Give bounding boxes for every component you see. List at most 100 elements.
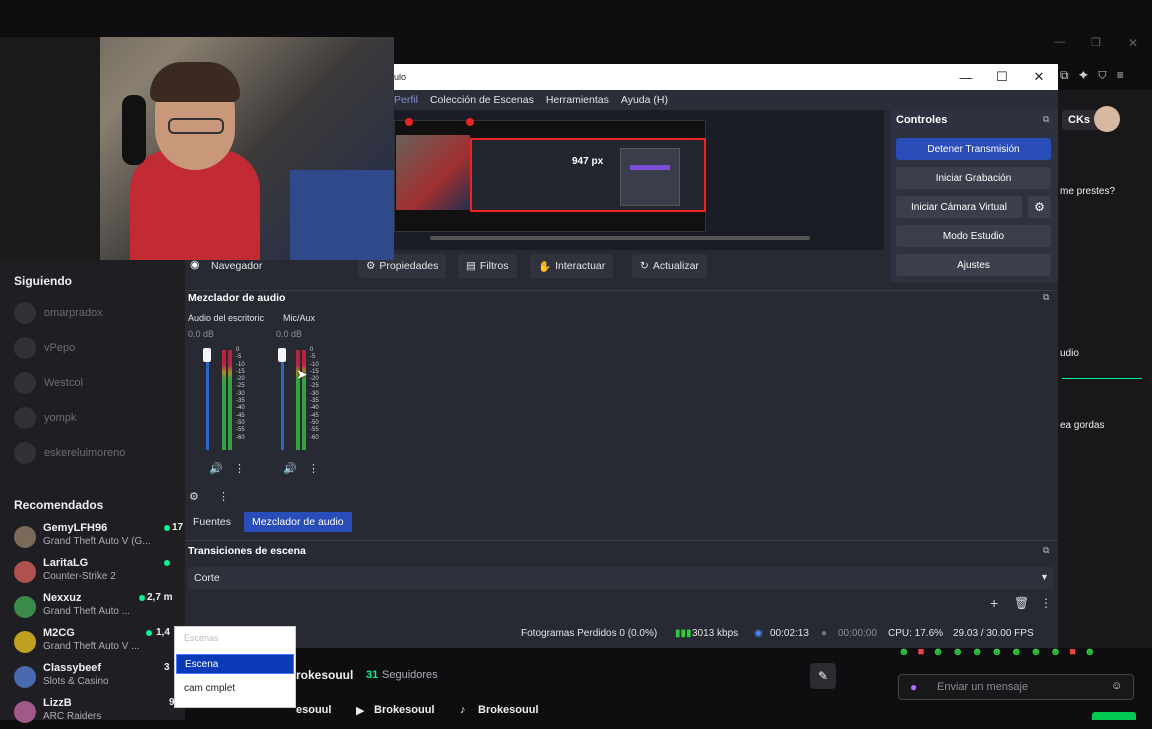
- menu-item-help[interactable]: Ayuda (H): [621, 94, 668, 106]
- webcam-headphones: [122, 95, 146, 165]
- advanced-audio-gear-icon[interactable]: ⚙: [189, 490, 199, 503]
- social-link[interactable]: esouul: [296, 704, 331, 716]
- channel-menu-icon[interactable]: ⋮: [308, 462, 319, 475]
- transform-handle[interactable]: [405, 118, 413, 126]
- scene-item[interactable]: cam cmplet: [176, 678, 294, 698]
- social-link[interactable]: Brokesouul: [478, 704, 539, 716]
- chat-send-button[interactable]: [1092, 712, 1136, 720]
- preview-nested-obs: [620, 148, 680, 206]
- interact-label: Interactuar: [555, 260, 606, 272]
- menu-item-tools[interactable]: Herramientas: [546, 94, 609, 106]
- transform-handle[interactable]: [466, 118, 474, 126]
- refresh-button[interactable]: ↻ Actualizar: [632, 254, 707, 278]
- edit-icon[interactable]: ✎: [810, 663, 836, 689]
- volume-fader-knob[interactable]: [203, 348, 211, 362]
- viewer-count: 2,7 m: [147, 592, 173, 603]
- browser-close-icon[interactable]: ✕: [1128, 36, 1138, 50]
- recommended-item[interactable]: GemyLFH96 Grand Theft Auto V (G... 17: [14, 522, 184, 554]
- level-meter: [228, 350, 232, 450]
- tab-audio-mixer[interactable]: Mezclador de audio: [244, 512, 352, 532]
- scenes-dropdown-header: Escenas: [184, 633, 219, 643]
- recommended-title: Recomendados: [14, 498, 104, 512]
- speaker-icon[interactable]: 🔊: [209, 462, 223, 475]
- emote-bar[interactable]: ☻ ■ ☻ ☻ ☻ ☻ ☻ ☻ ☻ ■ ☻: [898, 646, 1136, 662]
- volume-fader-knob[interactable]: [278, 348, 286, 362]
- channel-avatar: [14, 631, 36, 653]
- volume-fader-track[interactable]: [206, 350, 209, 450]
- transition-menu-icon[interactable]: ⋮: [1040, 596, 1052, 610]
- viewer-count: 17: [172, 522, 184, 533]
- preview-nested-highlight: [630, 165, 670, 170]
- channel-name: eskereluimoreno: [44, 446, 126, 459]
- preview-webcam-source[interactable]: [396, 135, 470, 210]
- channel-name[interactable]: rokesouul: [296, 668, 353, 682]
- interact-button[interactable]: ✋ Interactuar: [530, 254, 614, 278]
- followers-label: Seguidores: [382, 669, 438, 681]
- browser-restore-icon[interactable]: ❐: [1091, 36, 1101, 49]
- twitch-chat-panel: [1058, 90, 1152, 648]
- obs-title: ulo: [394, 72, 407, 82]
- minimize-icon[interactable]: —: [948, 64, 984, 90]
- menu-item-scene-collection[interactable]: Colección de Escenas: [430, 94, 534, 106]
- start-virtual-cam-button[interactable]: Iniciar Cámara Virtual: [896, 196, 1022, 218]
- undock-icon[interactable]: ⧉: [1043, 545, 1049, 556]
- channel-name: GemyLFH96: [43, 522, 108, 534]
- maximize-icon[interactable]: ☐: [984, 64, 1020, 90]
- preview-scrollbar[interactable]: [430, 236, 810, 240]
- volume-fader-track[interactable]: [281, 350, 284, 450]
- menu-item-profile[interactable]: Perfil: [394, 94, 418, 106]
- scene-item[interactable]: Escena: [176, 654, 294, 674]
- channel-name: M2CG: [43, 627, 75, 639]
- level-meter: [222, 350, 226, 450]
- following-item[interactable]: omarpradox: [0, 295, 185, 330]
- viewer-count: 1,4: [156, 627, 170, 638]
- start-recording-button[interactable]: Iniciar Grabación: [896, 167, 1051, 189]
- chat-input[interactable]: Enviar un mensaje: [898, 674, 1134, 700]
- level-meter: [296, 350, 300, 450]
- channel-menu-icon[interactable]: ⋮: [234, 462, 245, 475]
- browser-extension-icons[interactable]: ⧉✦⛉≡: [1060, 68, 1134, 83]
- db-scale: 0 -5 -10 -15 -20 -25 -30 -35 -40 -45 -50 -55 -60: [310, 347, 319, 441]
- undock-icon[interactable]: ⧉: [1043, 114, 1049, 125]
- recommended-item[interactable]: Classybeef Slots & Casino 3: [14, 662, 184, 694]
- social-link[interactable]: Brokesouul: [374, 704, 435, 716]
- channel-name: Classybeef: [43, 662, 102, 674]
- browser-minimize-icon[interactable]: —: [1054, 36, 1065, 48]
- close-icon[interactable]: ✕: [1021, 64, 1057, 90]
- webcam-glasses: [168, 118, 224, 134]
- speaker-icon[interactable]: 🔊: [283, 462, 297, 475]
- transition-select[interactable]: Corte: [188, 567, 1054, 589]
- following-item[interactable]: vPepo: [0, 330, 185, 365]
- add-icon[interactable]: +: [990, 595, 998, 611]
- dropped-frames: Fotogramas Perdidos 0 (0.0%): [521, 628, 658, 639]
- webcam-person-hair: [150, 62, 240, 102]
- live-dot-icon: [164, 560, 170, 566]
- recommended-item[interactable]: LizzB ARC Raiders 9: [14, 697, 184, 729]
- studio-mode-button[interactable]: Modo Estudio: [896, 225, 1051, 247]
- audio-mixer-title: Mezclador de audio: [188, 292, 286, 304]
- trash-icon[interactable]: 🗑: [1014, 596, 1029, 610]
- stop-stream-button[interactable]: Detener Transmisión: [896, 138, 1051, 160]
- channel-name: Mic/Aux: [283, 313, 316, 323]
- db-scale: 0 -5 -10 -15 -20 -25 -30 -35 -40 -45 -50 -55 -60: [236, 347, 245, 441]
- webcam-background-object: [290, 170, 394, 260]
- mic-icon[interactable]: ●: [910, 680, 917, 694]
- channel-game: Grand Theft Auto ...: [43, 606, 131, 617]
- emoji-icon[interactable]: ☺: [1111, 680, 1122, 692]
- following-item[interactable]: eskereluimoreno: [0, 435, 185, 470]
- recommended-item[interactable]: M2CG Grand Theft Auto V ... 1,4: [14, 627, 184, 659]
- filters-button[interactable]: ▤ Filtros: [458, 254, 517, 278]
- settings-button[interactable]: Ajustes: [896, 254, 1051, 276]
- obs-menu-bar: Perfil Colección de Escenas Herramientas…: [394, 90, 1058, 110]
- following-item[interactable]: yompk: [0, 400, 185, 435]
- chevron-down-icon[interactable]: ▼: [1040, 572, 1049, 582]
- recommended-item[interactable]: Nexxuz Grand Theft Auto ... 2,7 m: [14, 592, 184, 624]
- following-item[interactable]: Westcol: [0, 365, 185, 400]
- virtual-cam-settings-gear-icon[interactable]: ⚙: [1028, 196, 1051, 218]
- recommended-item[interactable]: LaritaLG Counter-Strike 2: [14, 557, 184, 589]
- tab-sources[interactable]: Fuentes: [185, 512, 239, 532]
- channel-avatar: [14, 526, 36, 548]
- mixer-menu-icon[interactable]: ⋮: [218, 490, 229, 503]
- user-avatar[interactable]: [1094, 106, 1120, 132]
- undock-icon[interactable]: ⧉: [1043, 292, 1049, 303]
